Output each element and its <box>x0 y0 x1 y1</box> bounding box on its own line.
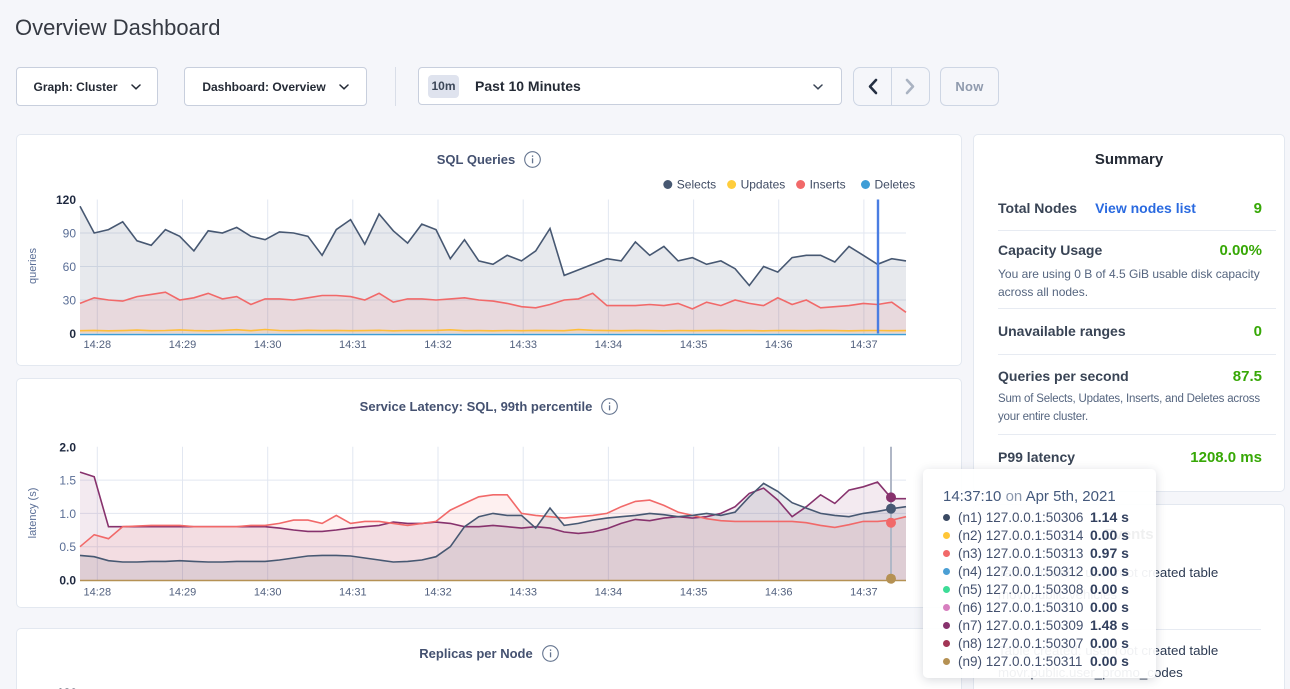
svg-text:14:30: 14:30 <box>254 339 282 351</box>
svg-text:queries: queries <box>27 247 39 284</box>
svg-text:0: 0 <box>69 327 76 341</box>
svg-text:14:28: 14:28 <box>84 587 112 599</box>
svg-text:0.5: 0.5 <box>59 540 76 554</box>
svg-text:14:34: 14:34 <box>595 587 623 599</box>
svg-text:14:34: 14:34 <box>595 339 623 351</box>
svg-text:14:31: 14:31 <box>339 339 367 351</box>
svg-text:1.0: 1.0 <box>59 507 76 521</box>
svg-text:14:35: 14:35 <box>680 339 708 351</box>
svg-text:14:31: 14:31 <box>339 587 367 599</box>
svg-text:14:36: 14:36 <box>765 587 793 599</box>
svg-text:14:37: 14:37 <box>850 587 878 599</box>
svg-text:Inserts: Inserts <box>810 178 846 192</box>
svg-text:14:29: 14:29 <box>169 587 197 599</box>
svg-text:120: 120 <box>56 193 76 207</box>
svg-text:1.5: 1.5 <box>59 474 76 488</box>
svg-text:14:32: 14:32 <box>424 587 452 599</box>
svg-text:14:32: 14:32 <box>424 339 452 351</box>
svg-text:14:29: 14:29 <box>169 339 197 351</box>
svg-text:Deletes: Deletes <box>875 178 916 192</box>
svg-text:90: 90 <box>63 227 77 241</box>
svg-text:14:36: 14:36 <box>765 339 793 351</box>
svg-text:14:30: 14:30 <box>254 587 282 599</box>
svg-text:Selects: Selects <box>677 178 716 192</box>
svg-text:14:33: 14:33 <box>509 587 537 599</box>
svg-text:30: 30 <box>63 294 77 308</box>
svg-text:14:37: 14:37 <box>850 339 878 351</box>
svg-text:14:35: 14:35 <box>680 587 708 599</box>
svg-text:0.0: 0.0 <box>59 574 76 588</box>
svg-text:2.0: 2.0 <box>59 440 76 454</box>
svg-text:latency (s): latency (s) <box>27 488 39 539</box>
svg-text:14:28: 14:28 <box>84 339 112 351</box>
svg-text:Updates: Updates <box>741 178 786 192</box>
svg-text:60: 60 <box>63 260 77 274</box>
svg-text:14:33: 14:33 <box>509 339 537 351</box>
